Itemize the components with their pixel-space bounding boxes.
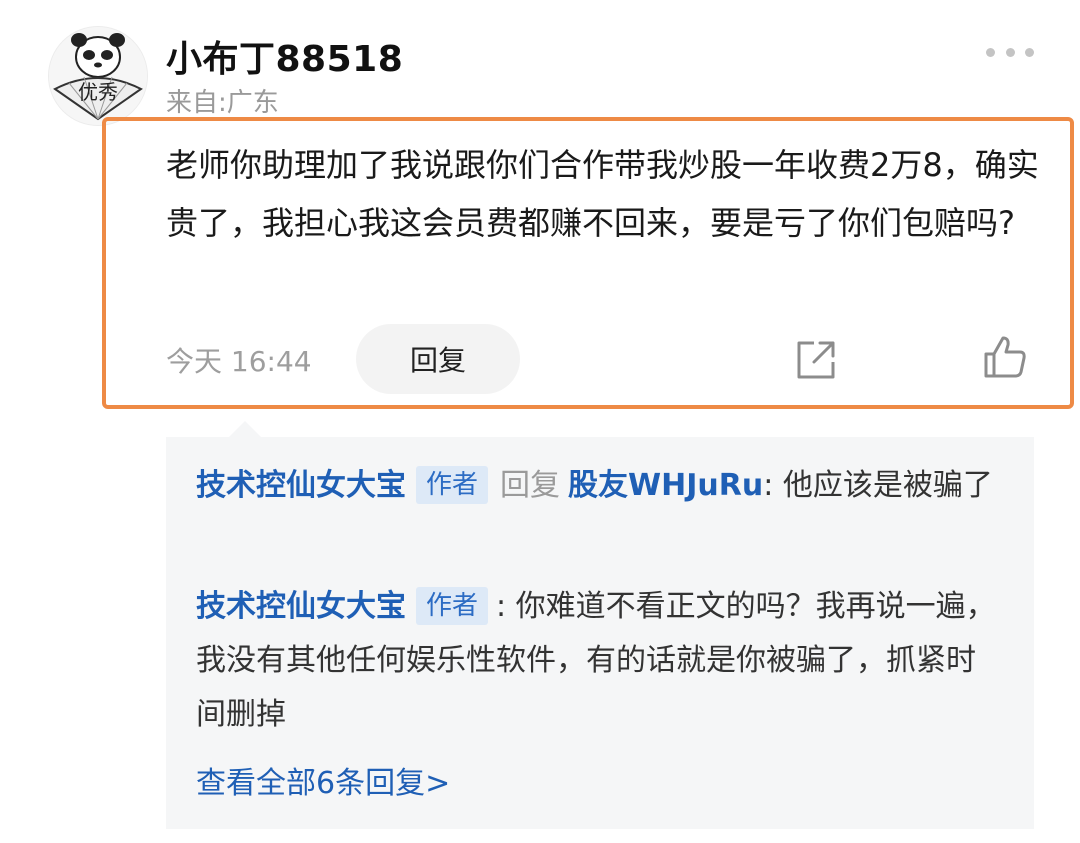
thumbs-up-icon[interactable] <box>982 334 1028 380</box>
comment-username[interactable]: 小布丁88518 <box>166 30 403 82</box>
reply-target[interactable]: 股友WHJuRu <box>568 468 763 503</box>
reply-author[interactable]: 技术控仙女大宝 <box>196 589 406 624</box>
avatar-fan-text: 优秀 <box>78 80 118 104</box>
reply-pointer <box>229 421 261 437</box>
reply-item: 技术控仙女大宝 作者 回复 股友WHJuRu: 他应该是被骗了 <box>196 459 996 513</box>
reply-author[interactable]: 技术控仙女大宝 <box>196 468 406 503</box>
avatar[interactable]: 优秀 <box>48 26 148 126</box>
author-badge: 作者 <box>416 587 489 625</box>
reply-item: 技术控仙女大宝 作者: 你难道不看正文的吗？我再说一遍，我没有其他任何娱乐性软件，… <box>196 580 996 742</box>
avatar-image: 优秀 <box>49 27 147 125</box>
comment-location: 来自:广东 <box>166 88 279 118</box>
author-badge: 作者 <box>416 466 489 504</box>
comment-time: 今天 16:44 <box>166 345 312 378</box>
share-icon[interactable] <box>794 338 838 382</box>
dot <box>986 47 995 57</box>
reply-word: 回复 <box>500 468 561 503</box>
more-dots-icon[interactable] <box>986 40 1034 64</box>
comment-text: 老师你助理加了我说跟你们合作带我炒股一年收费2万8，确实贵了，我担心我这会员费都… <box>166 146 1039 242</box>
reply-button[interactable]: 回复 <box>356 324 520 394</box>
reply-text: : 他应该是被骗了 <box>763 468 993 503</box>
dot <box>1025 47 1034 57</box>
dot <box>1005 47 1015 57</box>
view-all-replies-link[interactable]: 查看全部6条回复> <box>196 758 450 802</box>
